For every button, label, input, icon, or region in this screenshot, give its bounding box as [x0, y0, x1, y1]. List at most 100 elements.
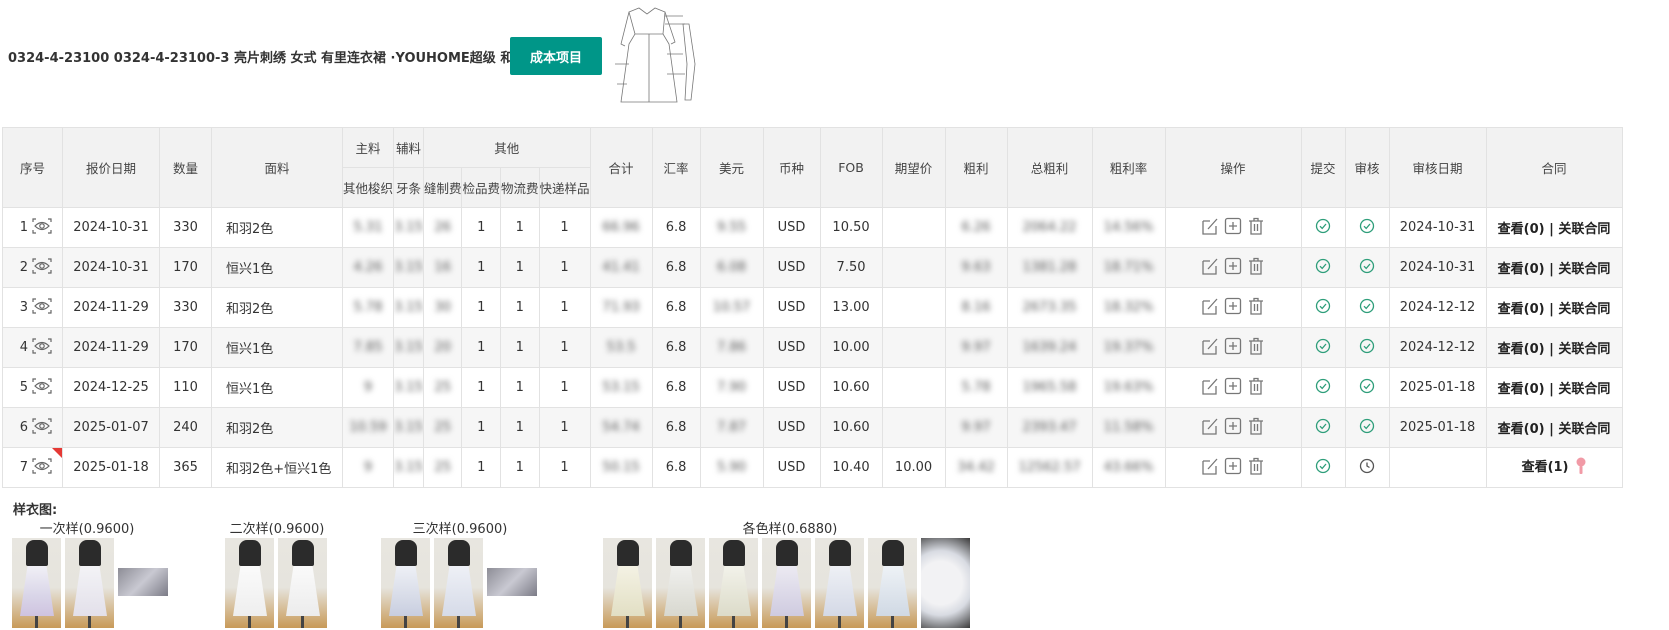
- check-circle-icon: [1315, 378, 1331, 398]
- total-cell-value: 54.74: [602, 420, 640, 435]
- logistics-cell: 1: [500, 407, 540, 448]
- col-fob: FOB: [819, 127, 883, 208]
- add-icon[interactable]: [1223, 416, 1243, 440]
- check-circle-icon: [1315, 338, 1331, 358]
- sample-photo[interactable]: [278, 538, 327, 628]
- contract-link[interactable]: 查看(0) | 关联合同: [1498, 302, 1611, 317]
- trash-icon[interactable]: [1246, 416, 1266, 440]
- logistics-cell: 1: [500, 327, 540, 368]
- currency-cell: USD: [762, 407, 821, 448]
- other-knit-cell: 7.85: [341, 327, 395, 368]
- fob-cell[interactable]: 10.00: [819, 327, 883, 368]
- tooth-cell: 3.15: [393, 367, 424, 408]
- sample-detail-photo[interactable]: [921, 538, 970, 628]
- col-currency: 币种: [762, 127, 821, 208]
- clock-icon: [1359, 458, 1375, 478]
- currency-cell: USD: [762, 287, 821, 328]
- other-knit-cell-value: 4.26: [353, 260, 383, 275]
- usd-cell: 6.08: [699, 247, 764, 288]
- add-icon[interactable]: [1223, 296, 1243, 320]
- contract-link[interactable]: 查看(0) | 关联合同: [1498, 222, 1611, 237]
- review-cell: [1344, 367, 1390, 408]
- review-date-cell: 2024-12-12: [1388, 327, 1487, 368]
- col-gross-profit: 粗利: [944, 127, 1008, 208]
- table-row: 7 2025-01-18 365 和羽2色+恒兴1色 9 3.15 25 1 1 1 50.15 6.…: [2, 447, 1623, 488]
- sample-detail-photo[interactable]: [118, 568, 168, 596]
- eye-icon[interactable]: [32, 377, 52, 398]
- trash-icon[interactable]: [1246, 336, 1266, 360]
- fabric-cell: 和羽2色+恒兴1色: [211, 447, 343, 488]
- rate-cell: 6.8: [651, 247, 701, 288]
- usd-cell-value: 7.90: [717, 380, 746, 395]
- add-icon[interactable]: [1223, 376, 1243, 400]
- express-cell: 1: [538, 407, 591, 448]
- contract-link[interactable]: 查看(1): [1522, 460, 1569, 475]
- sample-group-second: 二次样(0.9600): [225, 518, 329, 628]
- sample-photo[interactable]: [225, 538, 274, 628]
- sample-photo[interactable]: [868, 538, 917, 628]
- inspection-cell: 1: [461, 247, 501, 288]
- total-gross-profit-cell: 2393.47: [1006, 407, 1093, 448]
- add-icon[interactable]: [1223, 336, 1243, 360]
- eye-icon[interactable]: [32, 217, 52, 238]
- add-icon[interactable]: [1223, 456, 1243, 480]
- trash-icon[interactable]: [1246, 256, 1266, 280]
- trash-icon[interactable]: [1246, 456, 1266, 480]
- add-icon[interactable]: [1223, 256, 1243, 280]
- contract-link[interactable]: 查看(0) | 关联合同: [1498, 422, 1611, 437]
- col-rate: 汇率: [651, 127, 701, 208]
- other-knit-cell: 9: [341, 367, 395, 408]
- cost-items-button[interactable]: 成本项目: [510, 37, 602, 75]
- fob-cell[interactable]: 10.60: [819, 367, 883, 408]
- other-knit-cell-value: 10.59: [349, 420, 387, 435]
- contract-cell: 查看(0) | 关联合同: [1485, 367, 1623, 408]
- fob-cell[interactable]: 13.00: [819, 287, 883, 328]
- sample-photo[interactable]: [434, 538, 483, 628]
- seq-cell: 1: [2, 207, 63, 248]
- quote-date-cell: 2024-11-29: [62, 287, 160, 328]
- gross-margin-cell: 18.32%: [1091, 287, 1166, 328]
- sewing-cell: 20: [422, 327, 463, 368]
- eye-icon[interactable]: [32, 337, 52, 358]
- trash-icon[interactable]: [1246, 296, 1266, 320]
- col-gross-margin: 粗利率: [1091, 127, 1166, 208]
- sample-photo[interactable]: [709, 538, 758, 628]
- add-icon[interactable]: [1223, 216, 1243, 240]
- gross-margin-cell: 19.63%: [1091, 367, 1166, 408]
- check-circle-icon: [1315, 218, 1331, 238]
- contract-link[interactable]: 查看(0) | 关联合同: [1498, 342, 1611, 357]
- edit-icon[interactable]: [1200, 336, 1220, 360]
- fob-cell[interactable]: 10.50: [819, 207, 883, 248]
- trash-icon[interactable]: [1246, 376, 1266, 400]
- eye-icon[interactable]: [32, 457, 52, 478]
- contract-link[interactable]: 查看(0) | 关联合同: [1498, 262, 1611, 277]
- sample-photo[interactable]: [762, 538, 811, 628]
- total-cell-value: 41.41: [602, 260, 640, 275]
- sample-photo[interactable]: [65, 538, 114, 628]
- eye-icon[interactable]: [32, 257, 52, 278]
- gross-margin-cell-value: 19.63%: [1103, 380, 1154, 395]
- tooth-cell-value: 3.15: [394, 340, 423, 355]
- col-expected-price: 期望价: [881, 127, 946, 208]
- trash-icon[interactable]: [1246, 216, 1266, 240]
- edit-icon[interactable]: [1200, 416, 1220, 440]
- sample-photo[interactable]: [603, 538, 652, 628]
- edit-icon[interactable]: [1200, 456, 1220, 480]
- edit-icon[interactable]: [1200, 256, 1220, 280]
- sample-detail-photo[interactable]: [487, 568, 537, 596]
- edit-icon[interactable]: [1200, 376, 1220, 400]
- eye-icon[interactable]: [32, 297, 52, 318]
- sample-photo[interactable]: [12, 538, 61, 628]
- expected-price-cell: 10.00: [881, 447, 946, 488]
- fob-cell[interactable]: 7.50: [819, 247, 883, 288]
- sample-photo[interactable]: [656, 538, 705, 628]
- contract-link[interactable]: 查看(0) | 关联合同: [1498, 382, 1611, 397]
- fob-cell[interactable]: 10.60: [819, 407, 883, 448]
- eye-icon[interactable]: [32, 417, 52, 438]
- gross-margin-cell-value: 19.37%: [1103, 340, 1154, 355]
- total-gross-profit-cell-value: 12562.57: [1018, 460, 1081, 475]
- edit-icon[interactable]: [1200, 216, 1220, 240]
- sample-photo[interactable]: [381, 538, 430, 628]
- edit-icon[interactable]: [1200, 296, 1220, 320]
- sample-photo[interactable]: [815, 538, 864, 628]
